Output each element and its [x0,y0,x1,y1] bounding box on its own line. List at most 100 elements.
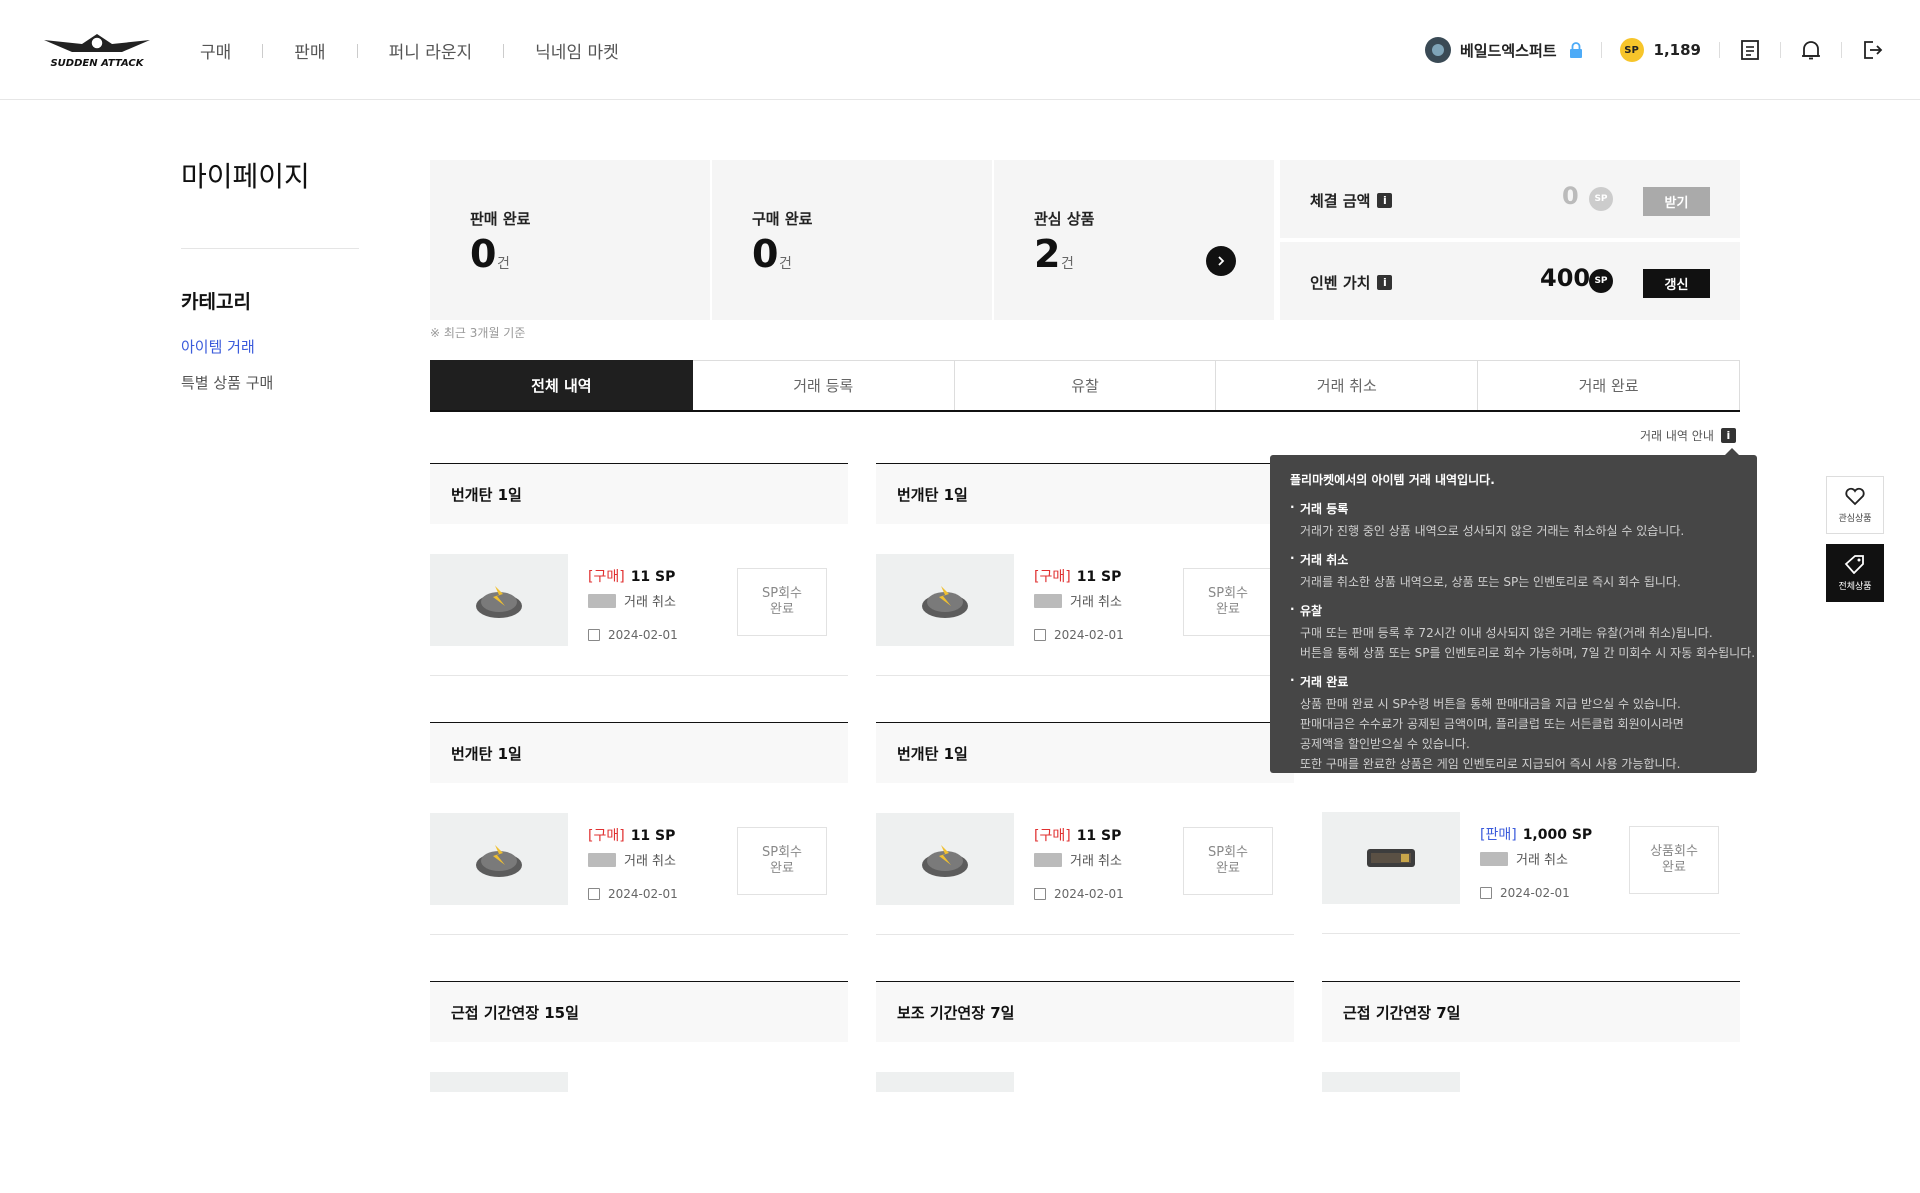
card-title: 번개탄 1일 [430,723,848,783]
logout-icon[interactable] [1860,38,1884,62]
trade-type: [구매] 11 SP [588,828,676,844]
briquette-icon [922,586,968,618]
count-unit: 건 [497,256,510,272]
purchase-complete-count: 0 [752,232,779,276]
all-products-quick-button[interactable]: 전체상품 [1826,544,1884,602]
header-divider [1841,42,1842,58]
history-icon[interactable] [1738,38,1762,62]
trade-card[interactable]: 번개탄 1일 [구매] 11 SP 거래 취소 2024-02-01 SP회수 완… [430,463,848,676]
trade-card[interactable]: 번개탄 1일 [구매] 11 SP 거래 취소 2024-02-01 SP회수 완… [876,722,1294,935]
header-divider [1780,42,1781,58]
refresh-button[interactable]: 갱신 [1643,269,1710,298]
sp-recover-button[interactable]: SP회수 완료 [737,568,827,636]
trade-type: [구매] 11 SP [588,569,676,585]
sales-complete-count: 0 [470,232,497,276]
status-badge [1034,852,1062,867]
history-tabs: 전체 내역 거래 등록 유찰 거래 취소 거래 완료 [430,360,1740,412]
card-title: 보조 기간연장 7일 [876,982,1294,1042]
card-divider [1322,933,1740,934]
sp-recover-button[interactable]: SP회수 완료 [737,827,827,895]
tooltip-section: 유찰 구매 또는 판매 등록 후 72시간 이내 성사되지 않은 거래는 유찰(… [1290,602,1757,663]
nav-sell[interactable]: 판매 [263,38,356,63]
period-note: ※ 최근 3개월 기준 [430,326,526,340]
purchase-complete-label: 구매 완료 [752,210,813,228]
trade-status: 거래 취소 [588,591,676,610]
sudden-attack-logo[interactable]: SUDDEN ATTACK [42,30,152,70]
calendar-icon [588,629,600,641]
category-title: 카테고리 [181,291,251,313]
info-icon[interactable]: i [1377,193,1393,208]
briquette-icon [476,586,522,618]
nav-funny-lounge[interactable]: 퍼니 라운지 [358,38,504,63]
trade-date: 2024-02-01 [1480,886,1570,900]
sp-recover-button[interactable]: SP회수 완료 [1183,827,1273,895]
status-badge [1480,851,1508,866]
header-divider [1719,42,1720,58]
info-icon[interactable]: i [1377,275,1393,290]
header: SUDDEN ATTACK 구매 판매 퍼니 라운지 닉네임 마켓 베일드엑스퍼… [0,0,1920,100]
sales-complete-stat: 판매 완료 0 건 [430,160,710,320]
wishlist-quick-button[interactable]: 관심상품 [1826,476,1884,534]
trade-card[interactable]: 근접 기간연장 7일 [1322,981,1740,1193]
trade-card[interactable]: 번개탄 1일 [구매] 11 SP 거래 취소 2024-02-01 SP회수 완… [430,722,848,935]
sidebar-item-item-trade[interactable]: 아이템 거래 [181,336,255,357]
main-nav: 구매 판매 퍼니 라운지 닉네임 마켓 [168,38,650,63]
count-unit: 건 [779,256,792,272]
wishlist-arrow-button[interactable] [1206,246,1236,276]
card-divider [876,675,1294,676]
card-title: 번개탄 1일 [876,464,1294,524]
card-title: 근접 기간연장 7일 [1322,982,1740,1042]
card-title: 번개탄 1일 [430,464,848,524]
settle-value: 0 [1562,182,1579,210]
tab-completed[interactable]: 거래 완료 [1478,360,1740,410]
sidebar-item-special-purchase[interactable]: 특별 상품 구매 [181,372,273,393]
receive-button[interactable]: 받기 [1643,187,1710,216]
settle-label: 체결 금액 i [1310,190,1393,211]
nav-nickname-market[interactable]: 닉네임 마켓 [504,38,650,63]
status-badge [588,593,616,608]
sp-recover-button[interactable]: SP회수 완료 [1183,568,1273,636]
trade-status: 거래 취소 [588,850,676,869]
item-thumbnail [430,813,568,905]
user-area: 베일드엑스퍼트 SP 1,189 [1424,0,1884,100]
trade-card[interactable]: 번개탄 1일 [구매] 11 SP 거래 취소 2024-02-01 SP회수 완… [876,463,1294,676]
trade-type: [구매] 11 SP [1034,828,1122,844]
bell-icon[interactable] [1799,38,1823,62]
card-divider [430,675,848,676]
trade-status: 거래 취소 [1034,850,1122,869]
trade-card[interactable]: 보조 기간연장 7일 [876,981,1294,1193]
trade-type: [구매] 11 SP [1034,569,1122,585]
wishlist-stat: 관심 상품 2 건 [994,160,1274,320]
inven-row: 인벤 가치 i 400 SP 갱신 [1280,242,1740,320]
count-unit: 건 [1061,256,1074,272]
tooltip-title: 플리마켓에서의 아이템 거래 내역입니다. [1290,473,1495,487]
tooltip-section: 거래 완료 상품 판매 완료 시 SP수령 버튼을 통해 판매대금을 지급 받으… [1290,673,1757,774]
trade-card[interactable]: 근접 기간연장 15일 [430,981,848,1193]
history-guide[interactable]: 거래 내역 안내 i [1640,427,1736,444]
tab-unsold[interactable]: 유찰 [954,360,1217,410]
sp-badge-icon: SP [1589,269,1613,293]
user-nickname[interactable]: 베일드엑스퍼트 [1460,40,1557,61]
chevron-right-icon [1218,256,1225,266]
item-thumbnail [876,813,1014,905]
calendar-icon [588,888,600,900]
tab-canceled[interactable]: 거래 취소 [1216,360,1479,410]
history-guide-label: 거래 내역 안내 [1640,429,1714,443]
item-thumbnail [1322,812,1460,904]
nav-buy[interactable]: 구매 [168,38,262,63]
sales-complete-label: 판매 완료 [470,210,531,228]
balance-panel: 체결 금액 i 0 SP 받기 인벤 가치 i 400 SP 갱신 [1280,160,1740,320]
tooltip-section: 거래 취소 거래를 취소한 상품 내역으로, 상품 또는 SP는 인벤토리로 즉… [1290,551,1757,592]
wishlist-quick-label: 관심상품 [1838,514,1872,524]
item-recover-button[interactable]: 상품회수 완료 [1629,826,1719,894]
info-icon[interactable]: i [1720,428,1736,443]
trade-summary: 판매 완료 0 건 구매 완료 0 건 관심 상품 2 건 [430,160,1280,320]
tab-all[interactable]: 전체 내역 [430,360,693,410]
card-title: 근접 기간연장 15일 [430,982,848,1042]
card-divider [876,934,1294,935]
logo-text: SUDDEN ATTACK [50,58,144,69]
user-avatar[interactable] [1424,37,1451,63]
item-thumbnail [876,554,1014,646]
item-thumbnail [430,1072,568,1092]
tab-registered[interactable]: 거래 등록 [692,360,955,410]
